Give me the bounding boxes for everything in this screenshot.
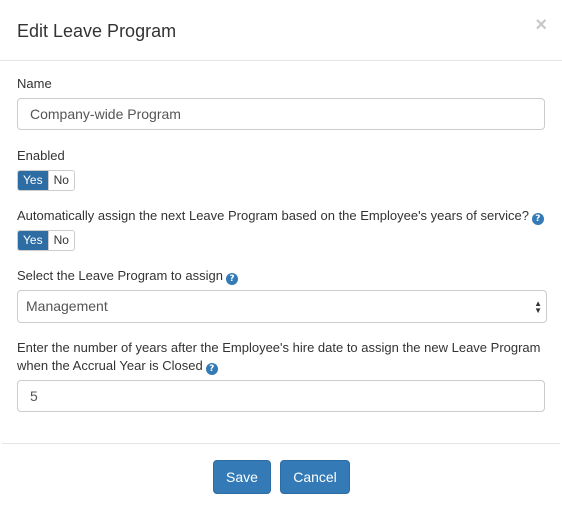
years-label: Enter the number of years after the Empl… [17, 339, 541, 375]
name-label: Name [17, 76, 52, 91]
enabled-toggle: Yes No [17, 170, 75, 191]
leave-program-select[interactable]: Management ▲ ▼ [17, 290, 547, 323]
enabled-label: Enabled [17, 148, 65, 163]
close-icon[interactable]: × [535, 15, 547, 35]
cancel-button[interactable]: Cancel [280, 460, 350, 494]
dialog-header: Edit Leave Program × [0, 0, 562, 61]
select-arrows-icon: ▲ ▼ [534, 299, 542, 315]
auto-assign-label-text: Automatically assign the next Leave Prog… [17, 208, 529, 223]
footer-divider [2, 443, 560, 444]
enabled-yes-option[interactable]: Yes [18, 171, 48, 190]
program-select-label-text: Select the Leave Program to assign [17, 268, 223, 283]
save-button[interactable]: Save [213, 460, 271, 494]
auto-assign-no-option[interactable]: No [47, 231, 74, 250]
name-input[interactable]: Company-wide Program [17, 98, 545, 130]
years-label-line1: Enter the number of years after the Empl… [17, 340, 541, 355]
dialog-title: Edit Leave Program [17, 21, 177, 41]
enabled-no-option[interactable]: No [47, 171, 74, 190]
help-icon[interactable]: ? [531, 213, 544, 225]
edit-leave-program-dialog: Edit Leave Program × Name Company-wide P… [0, 0, 562, 509]
years-label-line2: when the Accrual Year is Closed [17, 358, 203, 373]
help-icon[interactable]: ? [225, 273, 238, 285]
years-input[interactable]: 5 [17, 380, 545, 412]
leave-program-select-value: Management [26, 298, 108, 314]
auto-assign-yes-option[interactable]: Yes [18, 231, 48, 250]
auto-assign-toggle: Yes No [17, 230, 75, 251]
help-icon[interactable]: ? [205, 363, 218, 375]
auto-assign-label: Automatically assign the next Leave Prog… [17, 207, 544, 225]
program-select-label: Select the Leave Program to assign? [17, 267, 238, 285]
